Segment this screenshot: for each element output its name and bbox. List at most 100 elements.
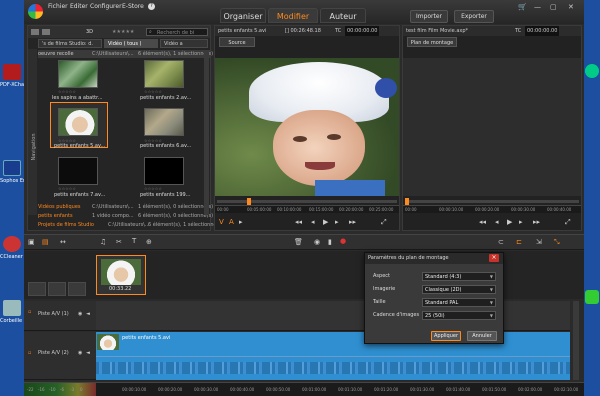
pinnacle-icon[interactable] (585, 64, 599, 78)
timeline-marker-icon[interactable]: ▮ (328, 238, 332, 246)
track-2-header[interactable]: ▫ Piste A/V (2) ◉ ◄ (24, 332, 96, 380)
dialog-cancel-button[interactable]: Annuler (467, 331, 497, 341)
cart-icon[interactable]: 🛒 (518, 3, 527, 11)
thumb-5[interactable] (58, 157, 98, 185)
source-video-frame[interactable] (215, 58, 399, 196)
tab-organiser[interactable]: Organiser (220, 8, 266, 23)
source-prev-icon[interactable]: ◂◂ (295, 218, 302, 226)
timeline-preview-ruler[interactable]: 00:00 00:00:10.00 00:00:20.00 00:00:30.0… (403, 205, 581, 213)
source-fullscreen-icon[interactable]: ⤢ (381, 218, 387, 227)
maximize-icon[interactable]: ▢ (550, 3, 557, 11)
timeline-audio-icon[interactable]: ♫ (100, 238, 106, 246)
timeline-scrubber[interactable] (405, 198, 579, 205)
timeline-prev-icon[interactable]: ◂◂ (479, 218, 486, 226)
timeline-preview[interactable] (403, 58, 581, 196)
navigation-strip[interactable]: Navigation (28, 49, 37, 215)
tab-studio-projects[interactable]: 's de films Studio: d. (38, 39, 102, 48)
thumb-6-stars[interactable]: ☆☆☆☆☆ (144, 186, 162, 191)
source-trim-icon[interactable]: V (219, 218, 224, 226)
source-playhead[interactable] (247, 198, 251, 205)
library-list-icon[interactable] (31, 29, 39, 35)
menu-estore[interactable]: E-Store (122, 3, 144, 10)
pdf-viewer-icon[interactable] (3, 64, 21, 80)
timeline-settings-icon[interactable]: ▣ (28, 238, 35, 246)
storyboard-slot[interactable] (28, 282, 46, 296)
tree-row-public[interactable]: Vidéos publiques C:\Utilisateurs\... 1 é… (38, 203, 213, 211)
timeline-dynamic-icon[interactable]: ⊏ (516, 238, 522, 246)
dialog-size-select[interactable]: Standard PAL ▼ (422, 298, 496, 307)
tree-row-oeuvre[interactable]: oeuvre recolle C:\Utilisateurs\... 6 élé… (38, 50, 213, 58)
tree-row-projects[interactable]: Projets de films Studio C:\Utilisateurs\… (38, 221, 223, 229)
storyboard-slot[interactable] (68, 282, 86, 296)
timeline-zoom-icon[interactable]: ⇲ (536, 238, 542, 246)
import-button[interactable]: Importer (410, 10, 448, 23)
tab-auteur[interactable]: Auteur (320, 8, 366, 23)
source-tc-value[interactable]: 00:00:00.00 (345, 26, 380, 36)
timeline-tracks-icon[interactable]: ▤ (42, 238, 49, 246)
timeline-playhead[interactable] (405, 198, 409, 205)
source-step-fwd-icon[interactable]: ▸ (335, 218, 339, 226)
plan-montage-tab[interactable]: Plan de montage (407, 37, 457, 47)
timeline-ruler[interactable]: -22 -16 -10 -6 -3 0 00:00:10.00 00:00:20… (24, 382, 584, 396)
mode-3d-toggle[interactable]: 3D (86, 29, 93, 35)
source-audio-icon[interactable]: A (229, 218, 234, 226)
timeline-title-icon[interactable]: T (132, 237, 136, 245)
thumb-2-stars[interactable]: ☆☆☆☆☆ (144, 89, 162, 94)
dialog-close-icon[interactable]: × (489, 254, 499, 262)
tab-modifier[interactable]: Modifier (268, 8, 318, 23)
source-tab[interactable]: Source (219, 37, 255, 47)
source-play-icon[interactable]: ▶ (323, 218, 328, 226)
source-volume-icon[interactable]: ▸ (239, 218, 243, 226)
thumb-1-stars[interactable]: ☆☆☆☆☆ (58, 89, 76, 94)
library-scrollbar[interactable] (204, 50, 209, 215)
export-button[interactable]: Exporter (454, 10, 494, 23)
recycle-bin-icon[interactable] (3, 300, 21, 316)
close-icon[interactable]: ✕ (568, 3, 574, 11)
rating-filter-icon[interactable]: ★★★★★ (112, 29, 134, 35)
ccleaner-icon[interactable] (3, 236, 21, 252)
storyboard-clip[interactable]: 00:33.22 (96, 255, 146, 295)
track-2-audio-icon[interactable]: ◄ (86, 350, 90, 356)
menu-configurer[interactable]: Configurer (90, 3, 122, 10)
search-input[interactable]: Recherch de bi ⌕ (146, 28, 208, 36)
menu-fichier[interactable]: Fichier (48, 3, 68, 10)
track-1-audio-icon[interactable]: ◄ (86, 311, 90, 317)
thumb-4[interactable] (144, 108, 184, 136)
timeline-snapshot-icon[interactable]: ◉ (314, 238, 320, 246)
source-ruler[interactable]: 00:00 00:05:00:00 00:10:00:00 00:15:00:0… (215, 205, 399, 213)
thumb-1[interactable] (58, 60, 98, 88)
timeline-arrow-icon[interactable]: ↔ (60, 238, 66, 246)
storyboard-slot[interactable] (48, 282, 66, 296)
tree-row-kids[interactable]: petits enfants 1 vidéo compo... 6 élémen… (38, 212, 213, 220)
timeline-next-icon[interactable]: ▸▸ (533, 218, 540, 226)
thumb-3[interactable] (58, 108, 98, 136)
timeline-step-fwd-icon[interactable]: ▸ (519, 218, 523, 226)
track-2-lock-icon[interactable]: ▫ (28, 350, 31, 356)
thumb-6[interactable] (144, 157, 184, 185)
tab-video-all[interactable]: Vidéo ( tous ) (104, 39, 158, 48)
timeline-record-icon[interactable]: ● (340, 237, 346, 245)
track-2-view-icon[interactable]: ◉ (78, 350, 82, 356)
timeline-link-icon[interactable]: ⊕ (146, 238, 152, 246)
dialog-framerate-select[interactable]: 25 (50i) ▼ (422, 311, 496, 320)
menu-editer[interactable]: Editer (70, 3, 88, 10)
timeline-razor-icon[interactable]: ✂ (116, 238, 122, 246)
library-image-icon[interactable] (42, 29, 50, 35)
track-1-view-icon[interactable]: ◉ (78, 311, 82, 317)
source-step-back-icon[interactable]: ◂ (311, 218, 315, 226)
track-1-lock-icon[interactable]: ▫ (28, 309, 31, 315)
dialog-aspect-select[interactable]: Standard (4:3) ▼ (422, 272, 496, 281)
timeline-fullscreen-icon[interactable]: ⤢ (565, 218, 571, 227)
source-scrubber[interactable] (217, 198, 397, 205)
track-1-header[interactable]: ▫ Piste A/V (1) ◉ ◄ (24, 301, 96, 331)
minimize-icon[interactable]: — (534, 3, 541, 11)
dialog-apply-button[interactable]: Appliquer (431, 331, 461, 341)
tab-video-other[interactable]: Vidéo a (160, 39, 208, 48)
thumb-5-stars[interactable]: ☆☆☆☆☆ (58, 186, 76, 191)
timeline-delete-icon[interactable]: 🗑 (294, 238, 303, 246)
timeline-tc-value[interactable]: 00:00:00.00 (525, 26, 560, 36)
timeline-step-back-icon[interactable]: ◂ (495, 218, 499, 226)
thumb-2[interactable] (144, 60, 184, 88)
timeline-magnet-icon[interactable]: ⊂ (498, 238, 504, 246)
source-next-icon[interactable]: ▸▸ (349, 218, 356, 226)
